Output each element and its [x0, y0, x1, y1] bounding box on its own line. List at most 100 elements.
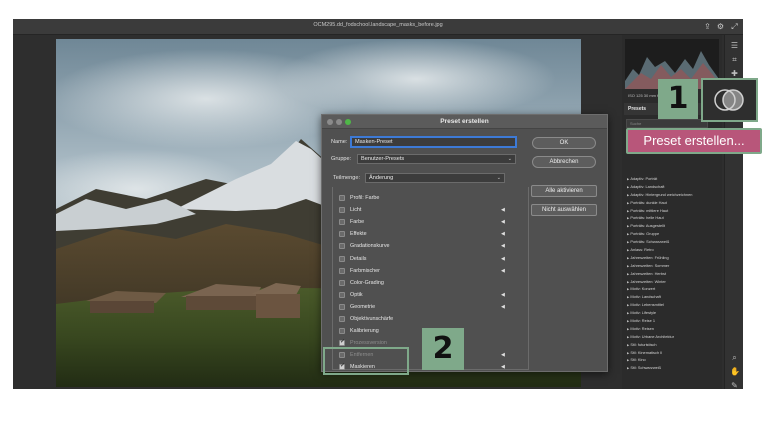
preset-name-value: Masken-Preset: [355, 139, 393, 145]
dialog-title-bar: Preset erstellen: [322, 115, 607, 129]
preset-search-placeholder: Suche: [630, 121, 642, 126]
setting-row[interactable]: Farbe ◀: [339, 218, 539, 226]
preset-item[interactable]: Porträts: Ausgestellt: [627, 222, 719, 230]
preset-item[interactable]: Stil: Kinematisch II: [627, 349, 719, 357]
expand-arrow-icon[interactable]: ◀: [501, 351, 505, 359]
setting-checkbox[interactable]: [339, 195, 345, 201]
setting-checkbox[interactable]: [339, 328, 345, 335]
preset-item[interactable]: Porträts: Gruppe: [627, 230, 719, 238]
setting-checkbox[interactable]: [339, 255, 345, 262]
preset-item[interactable]: Motiv: Lifestyle: [627, 309, 719, 317]
group-select[interactable]: Benutzer-Presets ⌄: [357, 154, 516, 164]
setting-label: Farbe: [350, 219, 365, 226]
expand-arrow-icon[interactable]: ◀: [501, 242, 505, 250]
setting-label: Effekte: [350, 231, 367, 238]
preset-item[interactable]: Porträts: dunkle Haut: [627, 199, 719, 207]
setting-checkbox[interactable]: [339, 219, 345, 226]
expand-icon[interactable]: ⤢: [730, 22, 739, 31]
preset-item[interactable]: Motiv: Reisen: [627, 325, 719, 333]
cancel-button[interactable]: Abbrechen: [532, 156, 596, 168]
hand-icon[interactable]: ✋: [730, 367, 740, 376]
preset-item[interactable]: Adaptiv: Porträt: [627, 175, 719, 183]
healing-icon[interactable]: ✚: [730, 69, 739, 78]
step-1-badge: 1: [658, 79, 698, 119]
preset-item[interactable]: Anlass: Retro: [627, 246, 719, 254]
setting-label: Kalibrierung: [350, 328, 379, 335]
preset-item[interactable]: Jahreszeiten: Frühling: [627, 254, 719, 262]
expand-arrow-icon[interactable]: ◀: [501, 230, 505, 238]
setting-label: Profil: Farbe: [350, 195, 380, 201]
create-preset-menu-item[interactable]: Preset erstellen...: [626, 128, 762, 154]
preset-item[interactable]: Motiv: Lebensmittel: [627, 301, 719, 309]
title-bar: OCM295.dd_fodschool.landscape_masks_befo…: [13, 19, 743, 35]
preset-item[interactable]: Adaptiv: Landschaft: [627, 183, 719, 191]
preset-item[interactable]: Stil: futuristisch: [627, 341, 719, 349]
preset-item[interactable]: Adaptiv: Hintergrund weichzeichnen: [627, 191, 719, 199]
preset-search-input[interactable]: Suche: [626, 119, 708, 128]
setting-checkbox[interactable]: [339, 231, 345, 238]
gear-icon[interactable]: ⚙: [716, 22, 725, 31]
setting-row[interactable]: Farbmischer ◀: [339, 267, 539, 275]
setting-checkbox[interactable]: [339, 267, 345, 274]
setting-label: Objektivunschärfe: [350, 316, 394, 322]
expand-arrow-icon[interactable]: ◀: [501, 218, 505, 226]
expand-arrow-icon[interactable]: ◀: [501, 303, 505, 311]
preset-list: Adaptiv: PorträtAdaptiv: LandschaftAdapt…: [627, 175, 719, 372]
setting-row[interactable]: Licht ◀: [339, 206, 539, 214]
setting-row[interactable]: Geometrie ◀: [339, 303, 539, 311]
setting-checkbox[interactable]: [339, 279, 345, 286]
preset-item[interactable]: Jahreszeiten: Sommer: [627, 262, 719, 270]
sliders-icon[interactable]: ☰: [730, 41, 739, 50]
chevron-down-icon: ⌄: [496, 175, 501, 181]
expand-arrow-icon[interactable]: ◀: [501, 363, 505, 371]
tutorial-screenshot: OCM295.dd_fodschool.landscape_masks_befo…: [0, 0, 770, 423]
setting-row[interactable]: Color-Grading: [339, 279, 539, 287]
setting-row[interactable]: Profil: Farbe: [339, 194, 539, 202]
subset-select[interactable]: Änderung ⌄: [365, 173, 505, 183]
setting-label: Gradationskurve: [350, 243, 390, 250]
preset-icon-highlight[interactable]: [701, 78, 758, 122]
overlapping-circles-icon: [714, 89, 744, 111]
preset-item[interactable]: Motiv: Reise 1: [627, 317, 719, 325]
ok-button[interactable]: OK: [532, 137, 596, 149]
preset-item[interactable]: Porträts: mittlere Haut: [627, 207, 719, 215]
preset-item[interactable]: Stil: Schwarzweiß: [627, 364, 719, 372]
preset-item[interactable]: Porträts: Schwarzweiß: [627, 238, 719, 246]
subset-value: Änderung: [369, 175, 394, 181]
select-none-button[interactable]: Nicht auswählen: [531, 204, 597, 216]
setting-row[interactable]: Optik ◀: [339, 291, 539, 299]
step-2-badge: 2: [422, 328, 464, 370]
setting-label: Prozessversion: [350, 340, 387, 347]
setting-checkbox[interactable]: [339, 316, 345, 322]
setting-checkbox[interactable]: [339, 303, 345, 310]
setting-row[interactable]: Effekte ◀: [339, 230, 539, 238]
setting-label: Color-Grading: [350, 279, 384, 286]
preset-item[interactable]: Motiv: Landschaft: [627, 293, 719, 301]
window-title: OCM295.dd_fodschool.landscape_masks_befo…: [313, 22, 443, 28]
chevron-down-icon: ⌄: [507, 156, 512, 162]
zoom-icon[interactable]: ⌕: [730, 353, 739, 362]
preset-item[interactable]: Motiv: Urbane Architektur: [627, 333, 719, 341]
sample-icon[interactable]: ✎: [730, 381, 739, 389]
share-icon[interactable]: ⇪: [703, 22, 712, 31]
preset-item[interactable]: Motiv: Konzert: [627, 285, 719, 293]
preset-name-input[interactable]: Masken-Preset: [351, 137, 516, 147]
expand-arrow-icon[interactable]: ◀: [501, 206, 505, 214]
expand-arrow-icon[interactable]: ◀: [501, 255, 505, 263]
setting-checkbox[interactable]: [339, 291, 345, 298]
preset-item[interactable]: Stil: Kino: [627, 356, 719, 364]
setting-row[interactable]: Objektivunschärfe: [339, 315, 539, 323]
setting-checkbox[interactable]: [339, 338, 345, 347]
setting-row[interactable]: Gradationskurve ◀: [339, 242, 539, 250]
preset-item[interactable]: Jahreszeiten: Herbst: [627, 270, 719, 278]
name-label: Name:: [331, 139, 348, 145]
activate-all-button[interactable]: Alle aktivieren: [531, 185, 597, 197]
setting-checkbox[interactable]: [339, 243, 345, 250]
setting-row[interactable]: Details ◀: [339, 255, 539, 263]
preset-item[interactable]: Jahreszeiten: Winter: [627, 278, 719, 286]
expand-arrow-icon[interactable]: ◀: [501, 267, 505, 275]
expand-arrow-icon[interactable]: ◀: [501, 291, 505, 299]
crop-icon[interactable]: ⌗: [730, 55, 739, 64]
preset-item[interactable]: Porträts: helle Haut: [627, 214, 719, 222]
setting-checkbox[interactable]: [339, 207, 345, 214]
